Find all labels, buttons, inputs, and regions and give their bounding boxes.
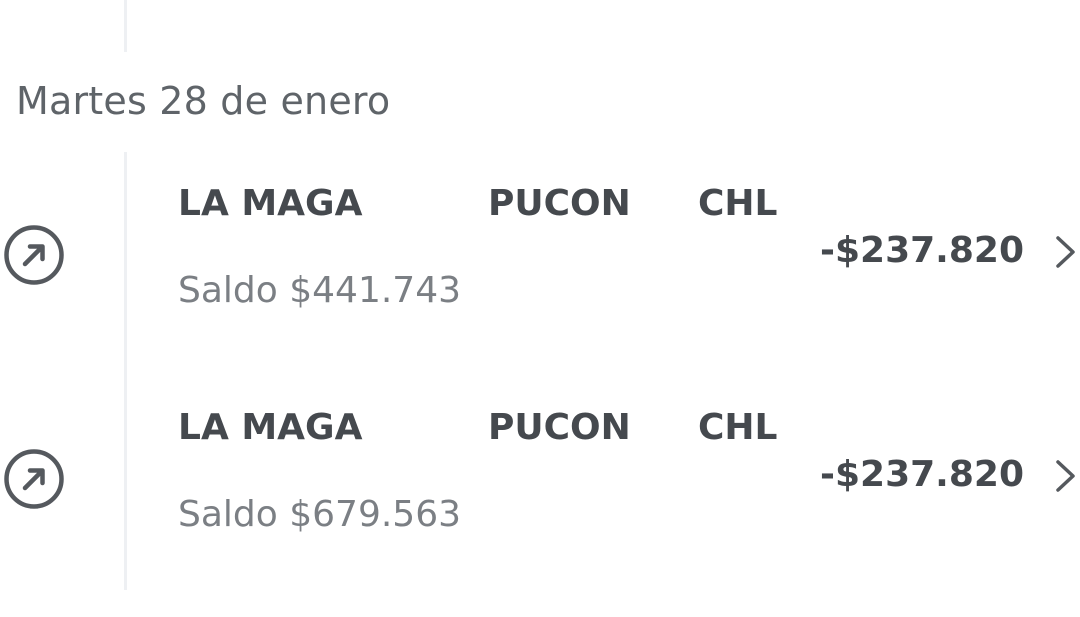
timeline-line-top	[124, 0, 127, 52]
chevron-right-icon[interactable]	[1054, 459, 1078, 493]
merchant-country: CHL	[698, 407, 778, 448]
merchant-city: PUCON	[488, 183, 631, 224]
merchant-city: PUCON	[488, 407, 631, 448]
date-header: Martes 28 de enero	[16, 79, 391, 123]
balance-text: Saldo $441.743	[178, 270, 462, 311]
transaction-row[interactable]: LA MAGA PUCON CHL Saldo $441.743 -$237.8…	[0, 176, 1080, 376]
transaction-row[interactable]: LA MAGA PUCON CHL Saldo $679.563 -$237.8…	[0, 400, 1080, 600]
arrow-up-right-circle-icon	[4, 225, 64, 285]
transaction-amount: -$237.820	[820, 230, 1024, 271]
balance-text: Saldo $679.563	[178, 494, 462, 535]
merchant-country: CHL	[698, 183, 778, 224]
merchant-name: LA MAGA	[178, 183, 363, 224]
arrow-up-right-circle-icon	[4, 449, 64, 509]
transaction-amount: -$237.820	[820, 454, 1024, 495]
merchant-name: LA MAGA	[178, 407, 363, 448]
chevron-right-icon[interactable]	[1054, 235, 1078, 269]
